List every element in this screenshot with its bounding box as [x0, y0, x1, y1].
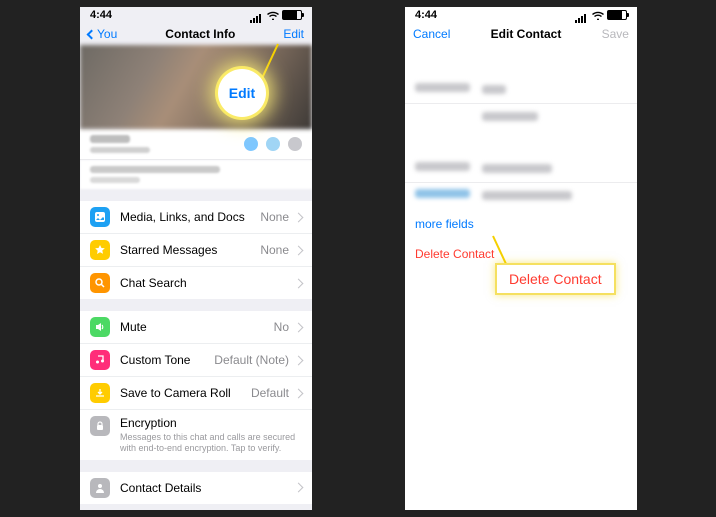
- battery-icon: [282, 10, 302, 20]
- chevron-right-icon: [294, 355, 304, 365]
- status-icons: [575, 10, 627, 20]
- field-value-blurred: [470, 110, 627, 124]
- delete-callout: Delete Contact: [495, 263, 616, 295]
- nav-bar: You Contact Info Edit: [80, 23, 312, 45]
- wifi-icon: [592, 11, 604, 20]
- nav-bar: Cancel Edit Contact Save: [405, 23, 637, 45]
- chevron-right-icon: [294, 278, 304, 288]
- field-label-blurred: [415, 189, 470, 198]
- row-encryption[interactable]: Encryption Messages to this chat and cal…: [80, 410, 312, 460]
- row-custom-tone[interactable]: Custom Tone Default (Note): [80, 344, 312, 377]
- quick-actions: [244, 137, 302, 151]
- nav-title: Contact Info: [165, 27, 235, 41]
- form-row-phone-number[interactable]: [405, 183, 637, 209]
- call-icon[interactable]: [288, 137, 302, 151]
- signal-icon: [250, 11, 264, 20]
- field-label-blurred: [415, 83, 470, 92]
- field-value-blurred: [470, 189, 627, 203]
- save-button[interactable]: Save: [602, 27, 629, 41]
- form-phone-section: [405, 156, 637, 209]
- lock-icon: [90, 416, 110, 436]
- status-bar: 4:44: [405, 7, 637, 23]
- nav-title: Edit Contact: [491, 27, 562, 41]
- video-icon[interactable]: [266, 137, 280, 151]
- phone-edit-contact: 4:44 Cancel Edit Contact Save m: [405, 7, 637, 510]
- chevron-right-icon: [294, 212, 304, 222]
- field-label-blurred: [415, 162, 470, 171]
- back-label: You: [97, 27, 117, 41]
- row-label: Starred Messages: [120, 243, 260, 257]
- row-save-camera-roll[interactable]: Save to Camera Roll Default: [80, 377, 312, 410]
- row-label: Chat Search: [120, 276, 289, 290]
- status-icons: [250, 10, 302, 20]
- row-label: Encryption: [120, 416, 302, 430]
- chevron-right-icon: [294, 388, 304, 398]
- cancel-button[interactable]: Cancel: [413, 27, 450, 41]
- row-media[interactable]: Media, Links, and Docs None: [80, 201, 312, 234]
- chevron-right-icon: [294, 483, 304, 493]
- form-row-phone-type[interactable]: [405, 156, 637, 183]
- download-icon: [90, 383, 110, 403]
- wifi-icon: [267, 11, 279, 20]
- chevron-right-icon: [294, 245, 304, 255]
- field-value-blurred: [470, 83, 627, 97]
- star-icon: [90, 240, 110, 260]
- form-row-name[interactable]: [405, 77, 637, 104]
- row-value: Default (Note): [214, 353, 289, 367]
- row-label: Custom Tone: [120, 353, 214, 367]
- row-mute[interactable]: Mute No: [80, 311, 312, 344]
- music-icon: [90, 350, 110, 370]
- row-label: Mute: [120, 320, 274, 334]
- row-label: Media, Links, and Docs: [120, 210, 260, 224]
- search-icon: [90, 273, 110, 293]
- row-value: None: [260, 210, 289, 224]
- signal-icon: [575, 11, 589, 20]
- contact-photo[interactable]: [80, 45, 312, 129]
- row-label: Contact Details: [120, 481, 289, 495]
- edit-button[interactable]: Edit: [283, 27, 304, 41]
- section-details: Contact Details: [80, 472, 312, 504]
- row-value: No: [274, 320, 289, 334]
- person-icon: [90, 478, 110, 498]
- row-label: Save to Camera Roll: [120, 386, 251, 400]
- row-subtitle: Messages to this chat and calls are secu…: [120, 432, 302, 454]
- contact-name-blurred: [90, 135, 150, 153]
- battery-icon: [607, 10, 627, 20]
- edit-callout: Edit: [218, 69, 266, 117]
- field-value-blurred: [470, 162, 627, 176]
- contact-status-blurred: [80, 160, 312, 189]
- section-media: Media, Links, and Docs None Starred Mess…: [80, 201, 312, 299]
- row-starred[interactable]: Starred Messages None: [80, 234, 312, 267]
- back-button[interactable]: You: [88, 27, 117, 41]
- message-icon[interactable]: [244, 137, 258, 151]
- row-contact-details[interactable]: Contact Details: [80, 472, 312, 504]
- phone-contact-info: 4:44 You Contact Info Edit: [80, 7, 312, 510]
- status-time: 4:44: [415, 9, 437, 21]
- more-fields-link[interactable]: more fields: [405, 209, 637, 239]
- form-row-lastname[interactable]: [405, 104, 637, 130]
- chevron-right-icon: [294, 322, 304, 332]
- row-chat-search[interactable]: Chat Search: [80, 267, 312, 299]
- photos-icon: [90, 207, 110, 227]
- chevron-left-icon: [87, 29, 97, 39]
- contact-identity-row: [80, 129, 312, 160]
- speaker-icon: [90, 317, 110, 337]
- row-value: Default: [251, 386, 289, 400]
- status-bar: 4:44: [80, 7, 312, 23]
- section-settings: Mute No Custom Tone Default (Note) Save …: [80, 311, 312, 460]
- status-time: 4:44: [90, 9, 112, 21]
- form-name-section: [405, 77, 637, 130]
- row-value: None: [260, 243, 289, 257]
